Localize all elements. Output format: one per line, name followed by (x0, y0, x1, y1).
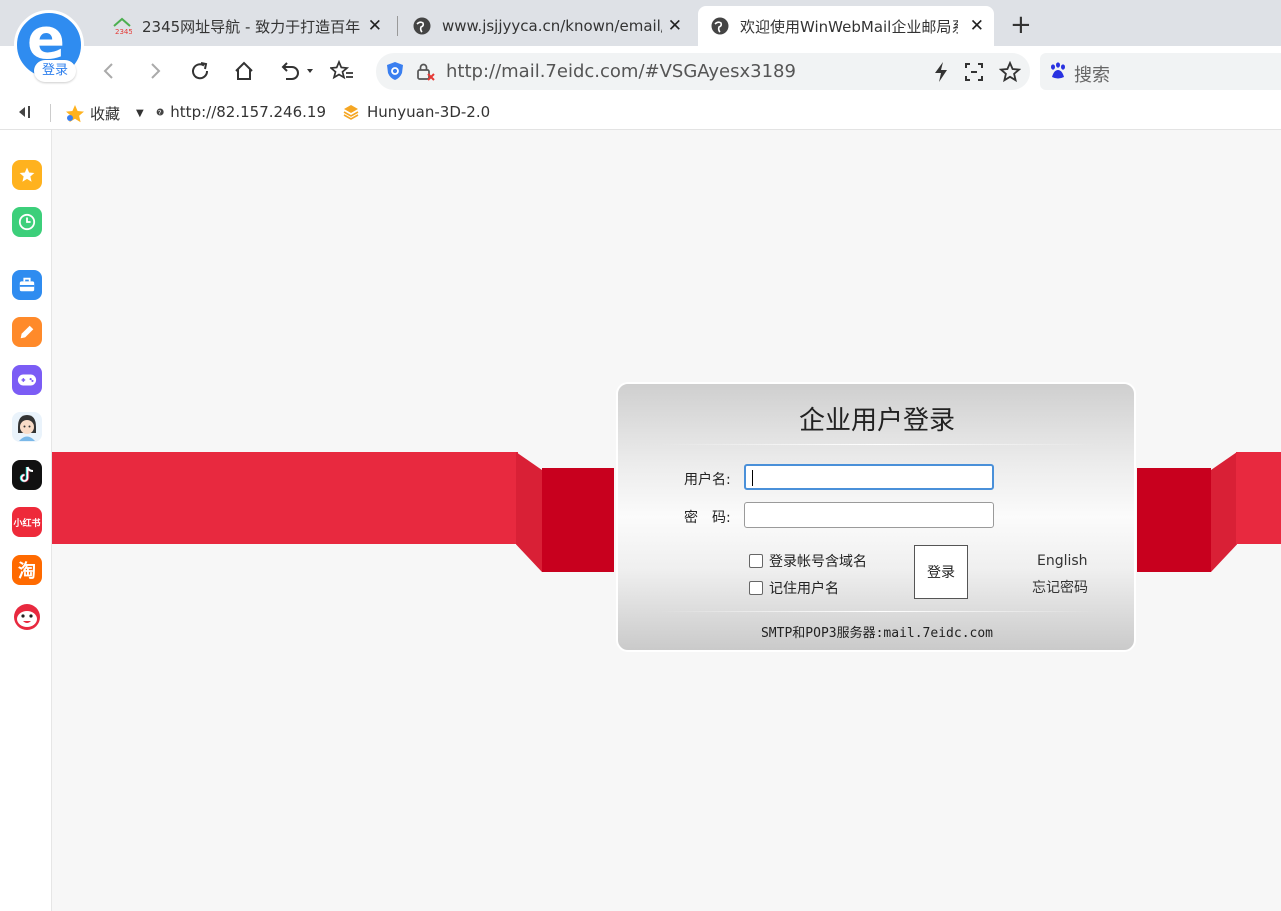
home-icon (235, 61, 253, 80)
sidebar-item-game[interactable] (12, 365, 42, 395)
screenshot-icon[interactable] (964, 62, 984, 82)
ribbon-shadow-left (542, 468, 614, 572)
checkbox-box[interactable] (749, 581, 763, 595)
bookmark-label: Hunyuan-3D-2.0 (367, 103, 491, 121)
bookmarks-bar: 收藏 ▼ http://82.157.246.19 Hunyuan-3D-2.0 (0, 96, 1281, 130)
gamepad-icon (17, 374, 37, 386)
address-bar[interactable]: http://mail.7eidc.com/#VSGAyesx3189 (376, 53, 1030, 90)
server-info: SMTP和POP3服务器:mail.7eidc.com (760, 626, 993, 641)
avatar-icon (18, 415, 36, 441)
clock-icon (18, 213, 36, 231)
hunyuan-icon (343, 105, 359, 120)
bookmark-label: http://82.157.246.19 (170, 103, 326, 121)
password-input[interactable] (744, 502, 994, 528)
checkbox-box[interactable] (749, 554, 763, 568)
left-sidebar: 小红书 淘 (0, 130, 52, 911)
divider (658, 611, 1098, 612)
browser-login-badge[interactable]: 登录 (34, 60, 76, 82)
tab-2345[interactable]: 2345 2345网址导航 - 致力于打造百年品牌 ✕ (100, 6, 392, 46)
bookmark-item[interactable]: http://82.157.246.19 (156, 103, 326, 121)
reload-icon (192, 62, 209, 80)
new-tab-button[interactable]: + (1010, 10, 1032, 40)
english-link[interactable]: English (1037, 553, 1088, 569)
url-text: http://mail.7eidc.com/#VSGAyesx3189 (446, 61, 796, 82)
star-icon (19, 167, 35, 182)
sidebar-toggle-button[interactable] (16, 104, 34, 120)
home-button[interactable] (229, 56, 259, 86)
bookmark-star-icon[interactable] (999, 61, 1021, 83)
toolbox-icon (19, 277, 35, 292)
forward-button[interactable] (140, 56, 170, 86)
globe-icon (156, 108, 164, 116)
sidebar-item-toolbox[interactable] (12, 270, 42, 300)
undo-icon (281, 62, 313, 80)
ribbon-shadow-right (1137, 468, 1211, 572)
collapse-icon (19, 106, 30, 118)
remember-checkbox-label: 记住用户名 (769, 581, 839, 597)
baidu-paw-icon (1051, 62, 1065, 79)
tab-winwebmail[interactable]: 欢迎使用WinWebMail企业邮局系统 ✕ (698, 6, 994, 46)
ribbon-fold-right (1211, 452, 1237, 572)
tab-bar: e 登录 2345 2345网址导航 - 致力于打造百年品牌 ✕ www.jsj… (0, 0, 1281, 82)
ribbon-left (52, 452, 518, 544)
reload-button[interactable] (185, 56, 215, 86)
chevron-down-icon[interactable]: ▼ (136, 108, 144, 119)
star-list-icon (330, 60, 353, 80)
mascot-icon (14, 604, 40, 630)
sidebar-item-history[interactable] (12, 207, 42, 237)
text-caret (752, 470, 753, 486)
domain-checkbox[interactable]: 登录帐号含域名 (749, 551, 867, 571)
domain-checkbox-label: 登录帐号含域名 (769, 554, 867, 570)
undo-close-button[interactable] (276, 56, 316, 86)
remember-checkbox[interactable]: 记住用户名 (749, 578, 839, 598)
forward-arrow-icon (151, 63, 161, 79)
svg-text:2345: 2345 (115, 28, 132, 36)
browser-logo[interactable]: e 登录 (14, 8, 86, 82)
ribbon-right (1236, 452, 1281, 544)
back-button[interactable] (94, 56, 124, 86)
divider (658, 444, 1098, 445)
search-box[interactable]: 搜索 (1040, 53, 1281, 90)
shield-icon (387, 62, 403, 80)
favorites-list-button[interactable] (327, 56, 357, 86)
bookmark-item[interactable]: Hunyuan-3D-2.0 (342, 103, 490, 121)
sidebar-item-favorites[interactable] (12, 160, 42, 190)
login-panel: 企业用户登录 用户名: 密 码: 登录帐号含域名 记住用户名 登录 Englis… (616, 382, 1136, 652)
password-label: 密 码: (684, 510, 731, 526)
toolbar: http://mail.7eidc.com/#VSGAyesx3189 搜索 (0, 46, 1281, 96)
globe-icon (710, 16, 730, 36)
search-placeholder: 搜索 (1074, 65, 1110, 86)
insecure-lock-icon (417, 63, 435, 81)
tiktok-icon (19, 466, 34, 483)
favorites-star-icon (66, 104, 84, 122)
sidebar-item-edit[interactable] (12, 317, 42, 347)
sidebar-item-tiktok[interactable] (12, 460, 42, 490)
sidebar-item-xiaohongshu[interactable]: 小红书 (12, 507, 42, 537)
favorites-label: 收藏 (90, 105, 121, 123)
forgot-password-link[interactable]: 忘记密码 (1032, 577, 1088, 597)
sidebar-item-mascot[interactable] (12, 602, 42, 632)
bookmarks-favorites[interactable]: 收藏 ▼ (64, 103, 144, 124)
close-icon[interactable]: ✕ (368, 16, 382, 36)
login-button[interactable]: 登录 (914, 545, 968, 599)
username-label: 用户名: (684, 472, 731, 488)
username-input[interactable] (744, 464, 994, 490)
tab-title: 2345网址导航 - 致力于打造百年品牌 (142, 17, 360, 36)
tab-title: www.jsjjyyca.cn/known/email/ (442, 17, 662, 35)
login-title: 企业用户登录 (798, 406, 955, 436)
tab-jsjjyyca[interactable]: www.jsjjyyca.cn/known/email/ ✕ (400, 6, 692, 46)
lightning-icon[interactable] (932, 61, 950, 83)
2345-house-icon: 2345 (112, 16, 132, 36)
close-icon[interactable]: ✕ (970, 16, 984, 36)
back-arrow-icon (103, 63, 113, 79)
sidebar-item-avatar[interactable] (12, 412, 42, 442)
globe-icon (412, 16, 432, 36)
tab-title: 欢迎使用WinWebMail企业邮局系统 (740, 17, 958, 36)
pencil-icon (20, 325, 34, 339)
ribbon-fold-left (516, 452, 542, 572)
close-icon[interactable]: ✕ (668, 16, 682, 36)
sidebar-item-taobao[interactable]: 淘 (12, 555, 42, 585)
